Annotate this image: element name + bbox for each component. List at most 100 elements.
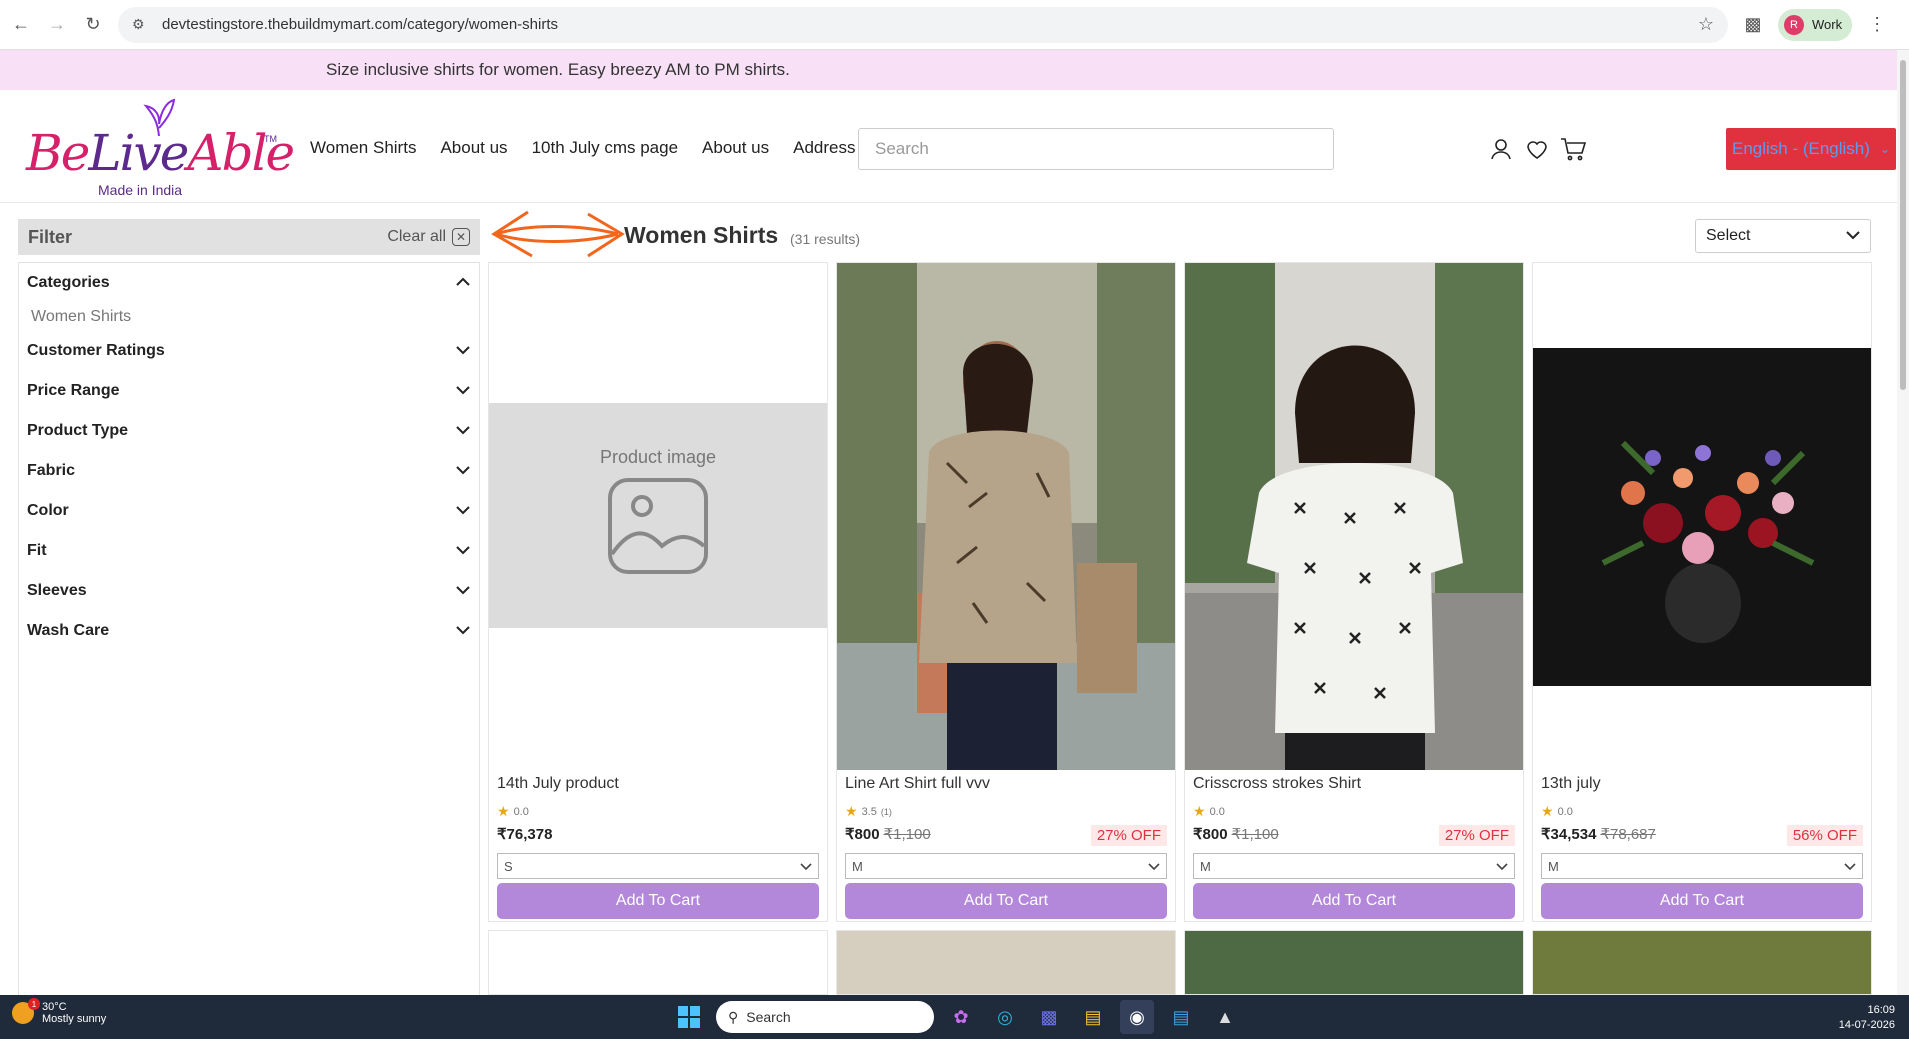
nav-cms-page[interactable]: 10th July cms page [532, 138, 678, 158]
teams-icon[interactable]: ▩ [1032, 1000, 1066, 1034]
chevron-down-icon [1148, 859, 1160, 874]
site-info-icon[interactable]: ⚙ [132, 16, 150, 34]
clear-all-button[interactable]: Clear all ✕ [387, 228, 470, 246]
star-icon: ★ [845, 803, 858, 819]
notepad-icon[interactable]: ▤ [1164, 1000, 1198, 1034]
add-to-cart-button[interactable]: Add To Cart [1541, 883, 1863, 919]
browser-toolbar: ← → ↻ ⚙ devtestingstore.thebuildmymart.c… [0, 0, 1909, 50]
windows-start-icon[interactable] [672, 1000, 706, 1034]
product-price: ₹76,378 [497, 826, 553, 843]
filter-option-women-shirts[interactable]: Women Shirts [19, 303, 479, 331]
discount-badge: 27% OFF [1090, 825, 1167, 846]
reload-icon[interactable]: ↻ [82, 14, 104, 36]
wishlist-heart-icon[interactable] [1524, 136, 1550, 162]
filter-group-customer-ratings[interactable]: Customer Ratings [19, 331, 479, 371]
discount-badge: 56% OFF [1786, 825, 1863, 846]
edge-icon[interactable]: ◎ [988, 1000, 1022, 1034]
product-name[interactable]: Crisscross strokes Shirt [1193, 775, 1361, 793]
back-icon[interactable]: ← [10, 14, 32, 36]
filter-group-sleeves[interactable]: Sleeves [19, 571, 479, 611]
product-price: ₹34,534 ₹78,687 [1541, 826, 1656, 843]
product-card[interactable]: Product image 14th July product ★ 0.0 ₹76… [488, 262, 828, 922]
filter-group-price-range[interactable]: Price Range [19, 371, 479, 411]
cart-icon[interactable] [1560, 136, 1586, 162]
product-card[interactable] [488, 930, 828, 995]
product-image[interactable] [1185, 263, 1523, 770]
size-select[interactable]: M [1193, 853, 1515, 879]
nav-address[interactable]: Address [793, 138, 855, 158]
scrollbar-thumb[interactable] [1900, 60, 1906, 390]
product-card[interactable]: Line Art Shirt full vvv ★ 3.5 (1) ₹800 ₹1,1… [836, 262, 1176, 922]
nav-about-us-2[interactable]: About us [702, 138, 769, 158]
nav-about-us[interactable]: About us [440, 138, 507, 158]
close-icon: ✕ [452, 228, 470, 246]
os-taskbar: 1 30°C Mostly sunny ⚲ Search ✿ ◎ ▩ ▤ ◉ ▤… [0, 995, 1909, 1039]
star-icon: ★ [497, 803, 510, 819]
forward-icon[interactable]: → [46, 14, 68, 36]
size-select[interactable]: S [497, 853, 819, 879]
size-select[interactable]: M [845, 853, 1167, 879]
file-explorer-icon[interactable]: ▤ [1076, 1000, 1110, 1034]
copilot-icon[interactable]: ✿ [944, 1000, 978, 1034]
nav-women-shirts[interactable]: Women Shirts [310, 138, 416, 158]
url-text[interactable]: devtestingstore.thebuildmymart.com/categ… [162, 16, 1686, 33]
chrome-icon[interactable]: ◉ [1120, 1000, 1154, 1034]
header-icons [1488, 136, 1586, 162]
system-clock[interactable]: 16:09 14-07-2026 [1839, 1003, 1895, 1033]
bookmark-star-icon[interactable]: ☆ [1698, 14, 1714, 35]
chevron-down-icon [455, 422, 471, 440]
extensions-icon[interactable]: ▩ [1742, 14, 1764, 36]
product-price: ₹800 ₹1,100 [1193, 826, 1279, 843]
filter-group-fabric[interactable]: Fabric [19, 451, 479, 491]
product-image[interactable] [837, 263, 1175, 770]
address-bar[interactable]: ⚙ devtestingstore.thebuildmymart.com/cat… [118, 6, 1728, 43]
chevron-down-icon [455, 542, 471, 560]
chevron-down-icon [455, 622, 471, 640]
product-name[interactable]: 14th July product [497, 775, 619, 793]
filter-group-product-type[interactable]: Product Type [19, 411, 479, 451]
user-icon[interactable] [1488, 136, 1514, 162]
sort-dropdown[interactable]: Select [1695, 219, 1871, 253]
product-rating: ★ 3.5 (1) [845, 803, 892, 819]
add-to-cart-button[interactable]: Add To Cart [845, 883, 1167, 919]
brand-logo[interactable]: TM BeLiveAble Made in India [26, 96, 295, 198]
logo-tagline: Made in India [98, 182, 183, 198]
size-select[interactable]: M [1541, 853, 1863, 879]
weather-widget[interactable]: 1 30°C Mostly sunny [12, 998, 106, 1025]
search-icon: ⚲ [728, 1008, 739, 1025]
filter-group-fit[interactable]: Fit [19, 531, 479, 571]
browser-menu-icon[interactable]: ⋮ [1866, 14, 1888, 36]
announcement-text: Size inclusive shirts for women. Easy br… [326, 60, 790, 79]
image-placeholder: Product image [489, 403, 827, 628]
sort-label: Select [1706, 227, 1751, 244]
discount-badge: 27% OFF [1438, 825, 1515, 846]
double-arrow-annotation [488, 206, 628, 267]
language-selector[interactable]: English - (English) ⌄ [1726, 128, 1896, 170]
product-image[interactable]: Product image [489, 263, 827, 770]
announcement-bar: Size inclusive shirts for women. Easy br… [0, 50, 1897, 90]
add-to-cart-button[interactable]: Add To Cart [1193, 883, 1515, 919]
product-image[interactable] [1533, 263, 1871, 770]
product-name[interactable]: Line Art Shirt full vvv [845, 775, 990, 793]
product-card[interactable] [1184, 930, 1524, 995]
filter-group-categories[interactable]: Categories [19, 263, 479, 303]
product-card[interactable] [836, 930, 1176, 995]
product-card[interactable]: Crisscross strokes Shirt ★ 0.0 ₹800 ₹1,100… [1184, 262, 1524, 922]
product-rating: ★ 0.0 [1541, 803, 1573, 819]
site-header: TM BeLiveAble Made in India Women Shirts… [0, 90, 1897, 203]
product-card[interactable]: 13th july ★ 0.0 ₹34,534 ₹78,687 56% OFF M … [1532, 262, 1872, 922]
taskbar-search[interactable]: ⚲ Search [716, 1001, 934, 1033]
product-card[interactable] [1532, 930, 1872, 995]
add-to-cart-button[interactable]: Add To Cart [497, 883, 819, 919]
language-label: English - (English) [1731, 139, 1870, 158]
search-input[interactable]: Search [858, 128, 1334, 170]
filter-group-color[interactable]: Color [19, 491, 479, 531]
profile-button[interactable]: R Work [1778, 8, 1853, 41]
sun-icon: 1 [12, 998, 40, 1024]
taskbar-apps: ⚲ Search ✿ ◎ ▩ ▤ ◉ ▤ ▲ [672, 1000, 1242, 1034]
product-name[interactable]: 13th july [1541, 775, 1601, 793]
page-scrollbar[interactable] [1897, 50, 1909, 995]
filter-group-wash-care[interactable]: Wash Care [19, 611, 479, 651]
app-icon[interactable]: ▲ [1208, 1000, 1242, 1034]
clock-date: 14-07-2026 [1838, 1019, 1895, 1031]
